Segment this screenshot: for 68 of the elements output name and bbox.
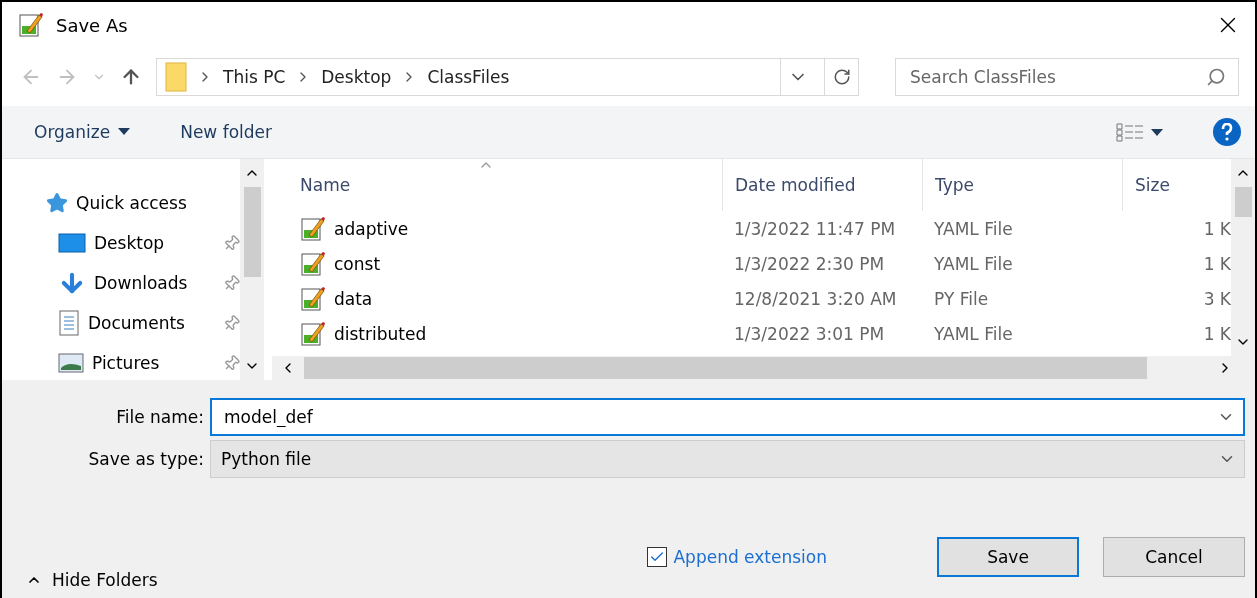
organize-button[interactable]: Organize [34, 122, 131, 142]
file-row[interactable]: distributed [272, 316, 722, 351]
star-icon [46, 192, 68, 214]
date-cell: 1/3/2022 3:01 PM [734, 323, 885, 344]
type-cell: YAML File [934, 218, 1013, 239]
date-cell: 1/3/2022 11:47 PM [734, 218, 896, 239]
search-icon [1206, 67, 1226, 87]
notepad-file-icon [300, 320, 326, 347]
breadcrumb-item[interactable]: ClassFiles [427, 67, 510, 87]
size-cell: 1 K [1203, 218, 1231, 239]
checkbox[interactable] [647, 547, 668, 567]
file-name-input[interactable]: model_def [222, 406, 1217, 428]
new-folder-button[interactable]: New folder [180, 122, 272, 142]
type-cell: YAML File [934, 253, 1013, 274]
type-cell: YAML File [934, 323, 1013, 344]
caret-icon [118, 128, 131, 136]
column-header[interactable]: Name [284, 175, 351, 195]
size-cell: 1 K [1203, 323, 1231, 344]
cancel-button[interactable]: Cancel [1103, 537, 1245, 577]
save-type-dropdown[interactable]: Python file [210, 440, 1245, 478]
navigation-item[interactable]: Quick access [46, 189, 240, 217]
hide-folders-button[interactable]: Hide Folders [26, 570, 158, 590]
picture-icon [58, 352, 84, 374]
column-header[interactable]: Date modified [735, 175, 856, 195]
navigation-item[interactable]: Documents [46, 309, 240, 337]
notepad-file-icon [300, 285, 326, 312]
search-field[interactable]: Search ClassFiles [895, 58, 1239, 96]
size-cell: 1 K [1203, 253, 1231, 274]
window-title: Save As [56, 14, 129, 36]
date-cell: 12/8/2021 3:20 AM [734, 288, 897, 309]
file-name-field[interactable]: model_def [210, 398, 1245, 436]
scroll-thumb[interactable] [243, 187, 261, 277]
breadcrumb-item[interactable]: This PC [223, 67, 286, 87]
breadcrumb-item[interactable]: Desktop [321, 67, 392, 87]
file-name-label: File name: [115, 407, 205, 427]
save-type-label: Save as type: [87, 449, 205, 469]
scrollbar[interactable] [240, 159, 264, 380]
notepad-file-icon [300, 215, 326, 242]
column-header[interactable]: Type [935, 175, 975, 195]
help-icon[interactable] [1213, 118, 1241, 146]
file-name: adaptive [334, 218, 409, 239]
address-bar[interactable]: This PC Desktop ClassFiles [156, 58, 859, 96]
type-cell: PY File [934, 288, 989, 309]
horizontal-scrollbar[interactable] [272, 356, 1255, 380]
scroll-thumb[interactable] [1234, 187, 1252, 217]
notepad-file-icon [18, 12, 44, 38]
append-extension-link[interactable]: Append extension [673, 547, 827, 567]
navigation-item[interactable]: Downloads [46, 269, 240, 297]
notepad-file-icon [300, 250, 326, 277]
file-row[interactable]: const [272, 246, 722, 281]
navigation-item[interactable]: Pictures [46, 349, 240, 377]
size-cell: 3 K [1203, 288, 1231, 309]
navigation-item[interactable]: Desktop [46, 229, 240, 257]
folder-icon [165, 62, 187, 92]
file-name: distributed [334, 323, 427, 344]
date-cell: 1/3/2022 2:30 PM [734, 253, 885, 274]
refresh-icon[interactable] [832, 68, 851, 86]
scroll-thumb[interactable] [304, 357, 1147, 379]
file-row[interactable]: data [272, 281, 722, 316]
file-name: const [334, 253, 381, 274]
column-header[interactable]: Size [1135, 175, 1170, 195]
file-name: data [334, 288, 373, 309]
save-button[interactable]: Save [937, 537, 1079, 577]
view-options-icon[interactable] [1115, 122, 1163, 142]
scrollbar[interactable] [1231, 159, 1255, 356]
monitor-icon [58, 232, 86, 254]
document-icon [58, 310, 80, 336]
file-row[interactable]: adaptive [272, 211, 722, 246]
